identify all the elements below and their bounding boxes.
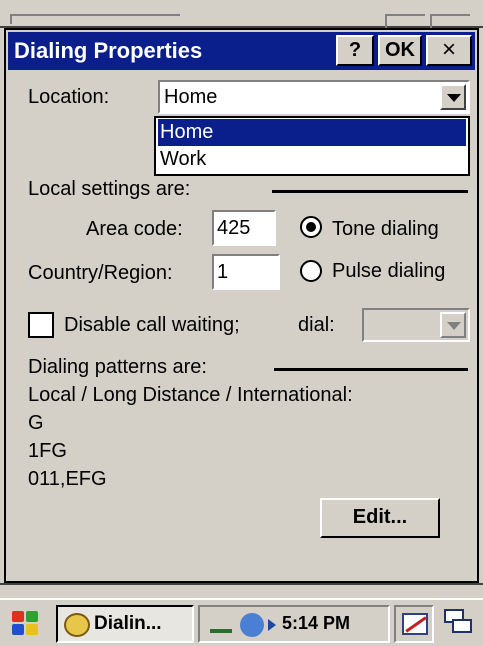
location-dropdown-button[interactable] [440, 84, 466, 110]
chevron-down-icon [447, 322, 461, 330]
country-region-label: Country/Region: [28, 262, 173, 284]
tone-dialing-label: Tone dialing [332, 218, 439, 240]
background-window-frame [10, 14, 180, 24]
window-switcher-button[interactable] [442, 607, 476, 641]
windows-icon [452, 619, 472, 633]
input-panel-button[interactable] [394, 605, 434, 643]
dialing-patterns-label: Dialing patterns are: [28, 356, 207, 378]
dial-dropdown-button [440, 312, 466, 338]
ok-button[interactable]: OK [378, 35, 422, 66]
location-option-home[interactable]: Home [158, 119, 466, 146]
location-dropdown-list: Home Work [154, 116, 470, 176]
system-tray: 5:14 PM [198, 605, 390, 643]
background-window-button [430, 14, 470, 28]
long-distance-pattern: 1FG [28, 440, 67, 462]
dialing-patterns-header: Local / Long Distance / International: [28, 384, 353, 406]
background-window-edge [0, 0, 483, 28]
dialog-title: Dialing Properties [14, 38, 203, 63]
network-icon[interactable] [210, 617, 232, 633]
disable-call-waiting-label: Disable call waiting; [64, 314, 240, 336]
title-bar: Dialing Properties ? OK × [8, 32, 475, 70]
location-value: Home [164, 86, 218, 108]
taskbar: Dialin... 5:14 PM [0, 598, 483, 646]
dialing-patterns-divider [274, 368, 468, 371]
local-pattern: G [28, 412, 44, 434]
taskbar-task-dialing[interactable]: Dialin... [56, 605, 194, 643]
international-pattern: 011,EFG [28, 468, 107, 490]
arrow-right-icon [268, 619, 276, 631]
radio-selected-dot [306, 222, 316, 232]
windows-flag-icon [12, 624, 24, 635]
area-code-input[interactable]: 425 [212, 210, 276, 246]
help-button[interactable]: ? [336, 35, 374, 66]
location-label: Location: [28, 86, 110, 108]
close-button[interactable]: × [426, 35, 472, 66]
taskbar-task-label: Dialin... [94, 613, 162, 634]
connection-icon[interactable] [240, 613, 264, 637]
clock[interactable]: 5:14 PM [282, 613, 350, 634]
chevron-down-icon [447, 94, 461, 102]
area-code-label: Area code: [86, 218, 183, 240]
disable-call-waiting-checkbox[interactable] [28, 312, 54, 338]
local-settings-label: Local settings are: [28, 178, 191, 200]
tone-dialing-radio[interactable] [300, 216, 322, 238]
start-button[interactable] [6, 608, 46, 640]
pulse-dialing-label: Pulse dialing [332, 260, 446, 282]
location-option-work[interactable]: Work [158, 146, 466, 173]
phone-icon [64, 613, 90, 637]
pulse-dialing-radio[interactable] [300, 260, 322, 282]
windows-flag-icon [12, 611, 24, 622]
dial-label: dial: [298, 314, 335, 336]
local-settings-divider [272, 190, 468, 193]
screen: Dialing Properties ? OK × Location: Home… [0, 0, 483, 646]
dialing-properties-dialog: Dialing Properties ? OK × Location: Home… [4, 28, 479, 583]
background-scroll-edge [0, 583, 483, 597]
background-window-button [385, 14, 425, 28]
location-combobox[interactable]: Home [158, 80, 470, 114]
edit-button[interactable]: Edit... [320, 498, 440, 538]
windows-flag-icon [26, 624, 38, 635]
windows-flag-icon [26, 611, 38, 622]
call-waiting-dial-combobox [362, 308, 470, 342]
country-region-input[interactable]: 1 [212, 254, 280, 290]
